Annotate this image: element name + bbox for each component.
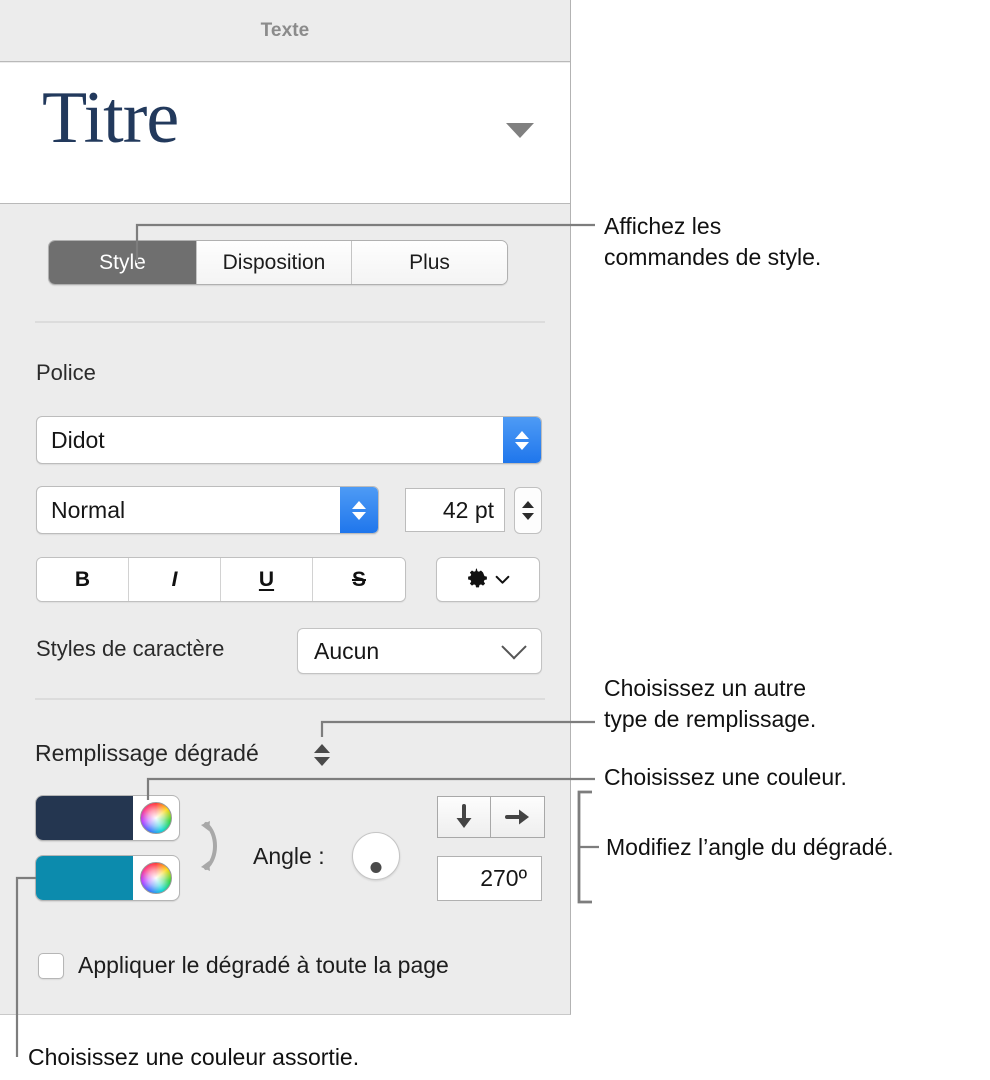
callout-style: Affichez les commandes de style. bbox=[604, 213, 822, 270]
fill-type-stepper[interactable] bbox=[313, 741, 331, 769]
arrow-down-icon bbox=[456, 804, 472, 828]
chevron-down-icon bbox=[495, 575, 510, 584]
chevron-down-icon bbox=[501, 634, 527, 660]
angle-dial-knob bbox=[370, 862, 382, 873]
inspector-tabs[interactable]: Style Disposition Plus bbox=[48, 240, 508, 285]
gradient-start-color-wheel-button[interactable] bbox=[133, 796, 179, 840]
bold-button[interactable]: B bbox=[37, 558, 129, 601]
fill-type-label: Remplissage dégradé bbox=[35, 740, 259, 766]
swap-arrows-icon[interactable] bbox=[197, 818, 225, 874]
panel-title: Texte bbox=[260, 19, 310, 41]
italic-button[interactable]: I bbox=[129, 558, 221, 601]
apply-gradient-page-row[interactable]: Appliquer le dégradé à toute la page bbox=[38, 952, 449, 979]
gradient-color-well-end[interactable] bbox=[35, 855, 180, 901]
gradient-direction-buttons[interactable] bbox=[437, 796, 545, 838]
callout-bracket-angle bbox=[577, 790, 592, 904]
color-wheel-icon bbox=[140, 862, 172, 894]
font-weight-value: Normal bbox=[51, 496, 126, 523]
font-size-input[interactable]: 42 pt bbox=[405, 488, 505, 532]
gradient-end-color-wheel-button[interactable] bbox=[133, 856, 179, 900]
character-styles-label: Styles de caractère bbox=[36, 636, 225, 661]
apply-gradient-page-checkbox[interactable] bbox=[38, 952, 64, 979]
gradient-color-well-start[interactable] bbox=[35, 795, 180, 841]
section-divider-fill bbox=[35, 698, 545, 700]
callout-fill-type: Choisissez un autre type de remplissage. bbox=[604, 675, 817, 732]
stepper-updown-icon[interactable] bbox=[340, 487, 378, 533]
character-styles-value: Aucun bbox=[314, 637, 380, 664]
font-family-value: Didot bbox=[51, 426, 105, 453]
angle-dial[interactable] bbox=[352, 832, 400, 880]
gradient-direction-down-button[interactable] bbox=[438, 797, 491, 837]
font-weight-popup[interactable]: Normal bbox=[36, 486, 379, 534]
angle-label: Angle : bbox=[253, 843, 325, 869]
angle-input[interactable]: 270º bbox=[437, 856, 542, 901]
text-inspector-panel: Texte Titre Style Disposition Plus Polic… bbox=[0, 0, 571, 1015]
panel-titlebar: Texte bbox=[0, 0, 570, 62]
character-styles-popup[interactable]: Aucun bbox=[297, 628, 542, 674]
apply-gradient-page-label: Appliquer le dégradé à toute la page bbox=[78, 952, 449, 978]
strikethrough-button[interactable]: S bbox=[313, 558, 405, 601]
arrow-right-icon bbox=[504, 809, 529, 825]
tab-style[interactable]: Style bbox=[49, 241, 197, 284]
triangle-down-icon[interactable] bbox=[506, 123, 534, 138]
underline-button[interactable]: U bbox=[221, 558, 313, 601]
tab-disposition[interactable]: Disposition bbox=[197, 241, 352, 284]
paragraph-style-name: Titre bbox=[42, 77, 179, 159]
text-options-gear-button[interactable] bbox=[436, 557, 540, 602]
text-format-button-group[interactable]: B I U S bbox=[36, 557, 406, 602]
font-family-popup[interactable]: Didot bbox=[36, 416, 542, 464]
paragraph-style-preview[interactable]: Titre bbox=[0, 63, 570, 204]
callout-color: Choisissez une couleur. bbox=[604, 764, 847, 790]
callout-matching-color: Choisissez une couleur assortie. bbox=[28, 1044, 360, 1070]
gear-icon bbox=[468, 568, 487, 588]
font-size-stepper[interactable] bbox=[514, 487, 542, 534]
gradient-end-swatch[interactable] bbox=[36, 856, 133, 900]
stepper-updown-icon[interactable] bbox=[503, 417, 541, 463]
tab-plus[interactable]: Plus bbox=[352, 241, 507, 284]
gradient-direction-right-button[interactable] bbox=[491, 797, 544, 837]
gradient-start-swatch[interactable] bbox=[36, 796, 133, 840]
color-wheel-icon bbox=[140, 802, 172, 834]
font-section-label: Police bbox=[36, 360, 96, 385]
section-divider-top bbox=[35, 321, 545, 323]
callout-angle: Modifiez l’angle du dégradé. bbox=[606, 834, 894, 860]
